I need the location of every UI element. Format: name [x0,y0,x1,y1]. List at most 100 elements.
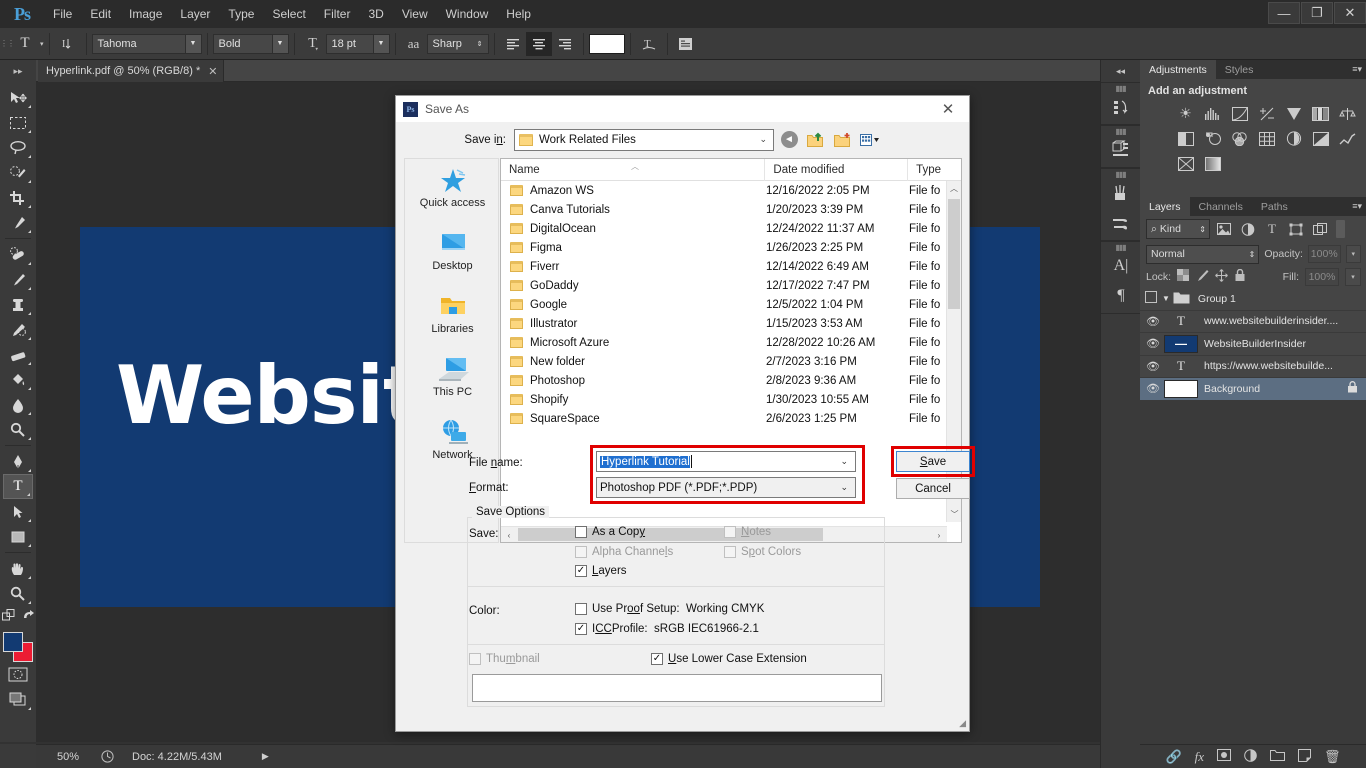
table-row[interactable]: GoDaddy12/17/2022 7:47 PMFile fo [501,276,961,295]
type-tool-icon[interactable]: T [12,32,38,56]
menu-window[interactable]: Window [437,0,498,28]
checkbox-as-a-copy[interactable]: As a Copy [575,526,645,538]
table-row[interactable]: Canva Tutorials1/20/2023 3:39 PMFile fo [501,200,961,219]
table-row[interactable]: 👁 ▬▬▬ WebsiteBuilderInsider [1140,333,1366,356]
hand-tool[interactable] [3,556,33,581]
link-icon[interactable]: 🔗 [1165,749,1181,765]
dodge-tool[interactable] [3,417,33,442]
table-row[interactable]: New folder2/7/2023 3:16 PMFile fo [501,352,961,371]
menu-edit[interactable]: Edit [81,0,120,28]
marquee-tool[interactable] [3,110,33,135]
black-white-icon[interactable] [1172,126,1199,151]
panel-menu-icon[interactable]: ≡▾ [1352,201,1362,212]
photo-filter-icon[interactable] [1199,126,1226,151]
quick-selection-tool[interactable] [3,160,33,185]
up-folder-button[interactable] [804,129,828,151]
levels-icon[interactable] [1199,101,1226,126]
layer-visibility-toggle[interactable]: 👁 [1142,337,1164,350]
crop-tool[interactable] [3,185,33,210]
history-icon[interactable] [1101,92,1141,122]
channel-mixer-icon[interactable] [1226,126,1253,151]
table-row[interactable]: Shopify1/30/2023 10:55 AMFile fo [501,390,961,409]
tab-adjustments[interactable]: Adjustments [1140,60,1216,79]
quick-mask-toggle[interactable] [3,662,33,687]
color-lookup-icon[interactable] [1253,126,1280,151]
color-balance-icon[interactable] [1334,101,1361,126]
zoom-tool[interactable] [3,581,33,606]
table-row[interactable]: SquareSpace2/6/2023 1:25 PMFile fo [501,409,961,428]
table-row[interactable]: 👁 Background [1140,378,1366,401]
dialog-close-button[interactable]: ✕ [927,96,969,122]
layer-visibility-toggle[interactable]: 👁 [1142,360,1164,373]
font-family-select[interactable]: Tahoma ▼ [92,34,202,54]
undo-arrow-icon[interactable] [22,609,35,625]
pen-tool[interactable] [3,449,33,474]
brush-presets-icon[interactable] [1101,178,1141,208]
checkbox-use-proof-setup[interactable]: Use Proof Setup: Working CMYK [575,603,764,615]
history-brush-tool[interactable] [3,317,33,342]
checkbox-lower-case-extension[interactable]: ✓Use Lower Case Extension [651,653,807,665]
panel-menu-icon[interactable]: ≡▾ [1352,64,1362,75]
layer-visibility-toggle[interactable]: 👁 [1142,382,1164,395]
layer-visibility-toggle[interactable]: 👁 [1142,315,1164,328]
panel-grip[interactable]: ▮▮▮ [1101,244,1140,251]
filter-pixel-layers-icon[interactable] [1214,219,1234,239]
spinner-icon[interactable]: ⇕ [472,35,488,53]
anti-alias-select[interactable]: Sharp ⇕ [427,34,489,54]
chevron-down-icon[interactable]: ▼ [272,35,288,53]
character-paragraph-panels-icon[interactable] [673,32,699,56]
table-row[interactable]: 👁 T www.websitebuilderinsider.... [1140,311,1366,334]
menu-filter[interactable]: Filter [315,0,360,28]
scroll-down-icon[interactable]: ﹀ [947,507,962,522]
options-bar-grip[interactable]: ⋮⋮ [2,33,12,55]
filter-smart-objects-icon[interactable] [1310,219,1330,239]
checkbox-layers[interactable]: ✓Layers [575,565,627,577]
table-row[interactable]: Illustrator1/15/2023 3:53 AMFile fo [501,314,961,333]
layer-group-row[interactable]: ▼ Group 1 [1140,288,1366,311]
lock-image-pixels-icon[interactable] [1196,269,1209,285]
menu-type[interactable]: Type [219,0,263,28]
folder-icon[interactable] [1270,749,1285,764]
gradient-tool[interactable] [3,392,33,417]
align-left-button[interactable] [500,32,526,56]
font-style-select[interactable]: Bold ▼ [213,34,289,54]
back-button[interactable]: ◄ [777,129,801,151]
views-button[interactable] [858,129,882,151]
adjustment-icon[interactable] [1244,749,1257,765]
place-this-pc[interactable]: This PC [405,348,500,411]
brush-settings-icon[interactable] [1101,208,1141,238]
filter-adjustment-layers-icon[interactable] [1238,219,1258,239]
gradient-map-icon[interactable] [1199,151,1226,176]
table-row[interactable]: Amazon WS12/16/2022 2:05 PMFile fo [501,181,961,200]
chevron-down-icon[interactable]: ▼ [185,35,201,53]
new-layer-icon[interactable] [1298,749,1311,765]
paragraph-panel-icon[interactable]: ¶ [1101,281,1141,311]
exposure-icon[interactable] [1253,101,1280,126]
eyedropper-tool[interactable] [3,210,33,235]
type-tool[interactable]: T [3,474,33,499]
collapse-panel-icon[interactable]: ▸▸ [0,60,36,82]
place-desktop[interactable]: Desktop [405,222,500,285]
filter-type-layers-icon[interactable]: T [1262,219,1282,239]
scroll-right-icon[interactable]: › [931,527,947,543]
hue-saturation-icon[interactable] [1307,101,1334,126]
save-in-select[interactable]: Work Related Files ⌄ [514,129,774,151]
opacity-value[interactable]: 100% [1308,245,1341,263]
table-row[interactable]: Microsoft Azure12/28/2022 10:26 AMFile f… [501,333,961,352]
column-header-date[interactable]: Date modified [765,159,908,181]
lasso-tool[interactable] [3,135,33,160]
vibrance-icon[interactable] [1280,101,1307,126]
table-row[interactable]: Figma1/26/2023 2:25 PMFile fo [501,238,961,257]
chevron-down-icon[interactable]: ⌄ [759,134,767,145]
panel-grip[interactable]: ▮▮▮ [1101,128,1140,135]
table-row[interactable]: Photoshop2/8/2023 9:36 AMFile fo [501,371,961,390]
tool-preset-caret-icon[interactable]: ▾ [40,40,44,48]
opacity-dropdown-icon[interactable]: ▾ [1346,245,1361,263]
properties-3d-icon[interactable] [1101,135,1141,165]
menu-help[interactable]: Help [497,0,540,28]
menu-3d[interactable]: 3D [359,0,392,28]
document-settings-icon[interactable] [96,748,118,765]
dialog-resize-grip[interactable]: ◢ [959,718,966,729]
threshold-icon[interactable] [1334,126,1361,151]
close-button[interactable]: ✕ [1334,2,1366,24]
